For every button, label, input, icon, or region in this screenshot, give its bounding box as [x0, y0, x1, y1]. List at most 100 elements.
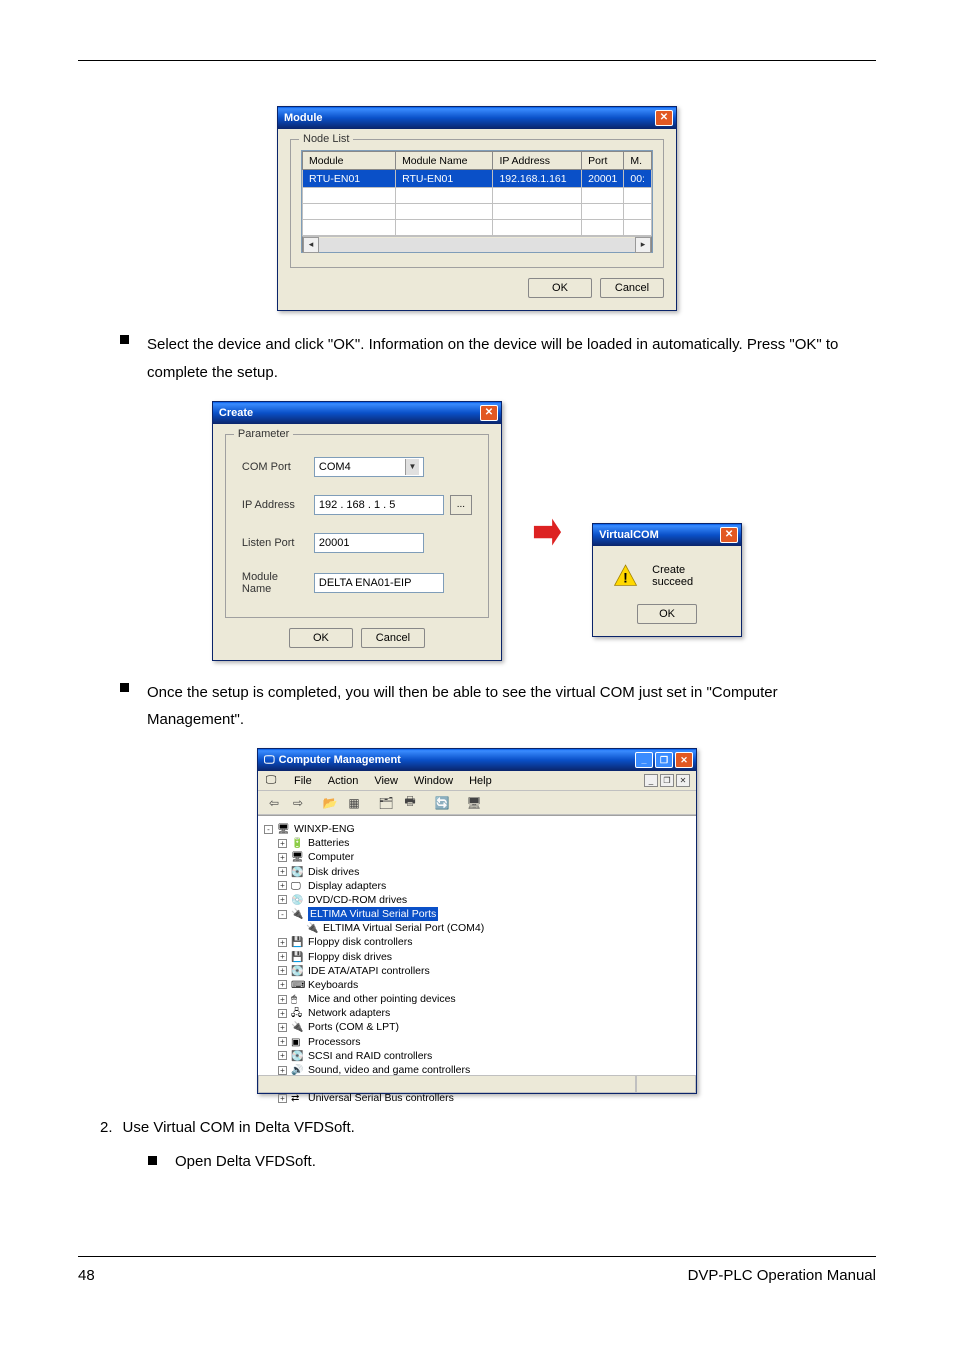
mdi-close-icon[interactable]: ✕ [676, 774, 690, 787]
col-m[interactable]: M. [624, 152, 652, 170]
scan-icon[interactable]: 🖥 [464, 793, 484, 813]
list-number: 2. [100, 1114, 113, 1142]
close-icon[interactable]: ✕ [655, 110, 673, 126]
tree-item[interactable]: ELTIMA Virtual Serial Port (COM4) [323, 921, 484, 935]
msgbox-titlebar[interactable]: VirtualCOM ✕ [593, 524, 741, 546]
col-port[interactable]: Port [582, 152, 624, 170]
ip-address-input[interactable]: 192 . 168 . 1 . 5 [314, 495, 444, 515]
page-number: 48 [78, 1267, 95, 1284]
tree-item[interactable]: Floppy disk controllers [308, 935, 412, 949]
create-dialog: Create ✕ Parameter COM Port COM4 ▼ [212, 401, 502, 661]
browse-button[interactable]: ... [450, 495, 472, 515]
warning-icon: ! [613, 562, 638, 590]
properties-icon[interactable]: 🗂 [376, 793, 396, 813]
forward-icon[interactable]: ⇨ [288, 793, 308, 813]
print-icon[interactable]: 🖶 [400, 793, 420, 813]
refresh-icon[interactable]: 🔄 [432, 793, 452, 813]
toolbar: ⇦ ⇨ 📂 ▦ 🗂 🖶 🔄 🖥 [258, 791, 696, 815]
tree-root[interactable]: WINXP-ENG [294, 822, 355, 836]
bullet-icon [148, 1156, 157, 1165]
svg-text:!: ! [623, 569, 628, 585]
parameter-fieldset: Parameter COM Port COM4 ▼ IP Address 192… [225, 434, 489, 618]
menu-help[interactable]: Help [469, 775, 492, 787]
list-text: Open Delta VFDSoft. [175, 1148, 316, 1176]
show-hide-icon[interactable]: ▦ [344, 793, 364, 813]
tree-item[interactable]: IDE ATA/ATAPI controllers [308, 964, 430, 978]
cancel-button[interactable]: Cancel [361, 628, 425, 648]
col-module[interactable]: Module [303, 152, 396, 170]
compmgmt-titlebar[interactable]: 🖵 Computer Management _ ❐ ✕ [258, 749, 696, 771]
tree-item[interactable]: Keyboards [308, 978, 358, 992]
create-title: Create [219, 407, 253, 419]
tree-item[interactable]: Disk drives [308, 865, 359, 879]
node-list-fieldset: Node List Module Module Name IP Address … [290, 139, 664, 268]
node-list-table[interactable]: Module Module Name IP Address Port M. RT… [301, 150, 653, 253]
tree-item[interactable]: Network adapters [308, 1006, 390, 1020]
module-titlebar[interactable]: Module ✕ [278, 107, 676, 129]
horizontal-scrollbar[interactable]: ◂ ▸ [302, 236, 652, 252]
menu-view[interactable]: View [374, 775, 398, 787]
scroll-left-icon[interactable]: ◂ [303, 237, 319, 253]
compmgmt-icon: 🖵 [264, 754, 275, 767]
tree-item-selected[interactable]: ELTIMA Virtual Serial Ports [308, 907, 438, 921]
com-port-select[interactable]: COM4 ▼ [314, 457, 424, 477]
tree-item[interactable]: Computer [308, 850, 354, 864]
computer-management-window: 🖵 Computer Management _ ❐ ✕ 🖵 File Actio… [257, 748, 697, 1094]
close-icon[interactable]: ✕ [720, 527, 738, 543]
device-tree[interactable]: -🖥WINXP-ENG +🔋Batteries +🖥Computer +💽Dis… [258, 815, 696, 1075]
instruction-text: Once the setup is completed, you will th… [147, 679, 876, 735]
list-text: Use Virtual COM in Delta VFDSoft. [123, 1114, 355, 1142]
menu-window[interactable]: Window [414, 775, 453, 787]
table-row[interactable] [303, 188, 652, 204]
node-list-legend: Node List [299, 133, 353, 145]
menu-bar[interactable]: 🖵 File Action View Window Help _ ❐ ✕ [258, 771, 696, 791]
tree-item[interactable]: Floppy disk drives [308, 950, 392, 964]
tree-item[interactable]: Display adapters [308, 879, 386, 893]
ok-button[interactable]: OK [528, 278, 592, 298]
tree-item[interactable]: Batteries [308, 836, 349, 850]
menu-action[interactable]: Action [328, 775, 359, 787]
chevron-down-icon[interactable]: ▼ [405, 459, 419, 475]
col-module-name[interactable]: Module Name [396, 152, 493, 170]
close-icon[interactable]: ✕ [480, 405, 498, 421]
tree-item[interactable]: Ports (COM & LPT) [308, 1020, 399, 1034]
instruction-text: Select the device and click "OK". Inform… [147, 331, 876, 387]
minimize-icon[interactable]: _ [635, 752, 653, 768]
ok-button[interactable]: OK [289, 628, 353, 648]
tree-item[interactable]: Processors [308, 1035, 361, 1049]
table-row[interactable]: RTU-EN01 RTU-EN01 192.168.1.161 20001 00… [303, 170, 652, 188]
tree-item[interactable]: Mice and other pointing devices [308, 992, 456, 1006]
scroll-right-icon[interactable]: ▸ [635, 237, 651, 253]
bullet-icon [120, 683, 129, 692]
cancel-button[interactable]: Cancel [600, 278, 664, 298]
menu-file[interactable]: File [294, 775, 312, 787]
module-dialog: Module ✕ Node List Module Module Name IP [277, 106, 677, 311]
module-title: Module [284, 112, 323, 124]
manual-title: DVP-PLC Operation Manual [688, 1267, 876, 1284]
table-row[interactable] [303, 220, 652, 236]
close-icon[interactable]: ✕ [675, 752, 693, 768]
module-name-input[interactable]: DELTA ENA01-EIP [314, 573, 444, 593]
status-bar [258, 1075, 696, 1093]
col-ip[interactable]: IP Address [493, 152, 582, 170]
tree-item[interactable]: SCSI and RAID controllers [308, 1049, 432, 1063]
page-header-rule [78, 60, 876, 61]
msgbox-title: VirtualCOM [599, 529, 659, 541]
maximize-icon[interactable]: ❐ [655, 752, 673, 768]
create-titlebar[interactable]: Create ✕ [213, 402, 501, 424]
module-name-label: Module Name [242, 571, 296, 595]
listen-port-input[interactable]: 20001 [314, 533, 424, 553]
listen-port-label: Listen Port [242, 537, 296, 549]
virtualcom-msgbox: VirtualCOM ✕ ! Create succeed OK [592, 523, 742, 637]
ok-button[interactable]: OK [637, 604, 697, 624]
mdi-minimize-icon[interactable]: _ [644, 774, 658, 787]
back-icon[interactable]: ⇦ [264, 793, 284, 813]
table-row[interactable] [303, 204, 652, 220]
up-folder-icon[interactable]: 📂 [320, 793, 340, 813]
tree-item[interactable]: DVD/CD-ROM drives [308, 893, 407, 907]
arrow-right-icon: ➡ [532, 499, 562, 562]
tree-item[interactable]: Universal Serial Bus controllers [308, 1091, 454, 1105]
page-footer-rule [78, 1256, 876, 1257]
ip-address-label: IP Address [242, 499, 296, 511]
mdi-restore-icon[interactable]: ❐ [660, 774, 674, 787]
